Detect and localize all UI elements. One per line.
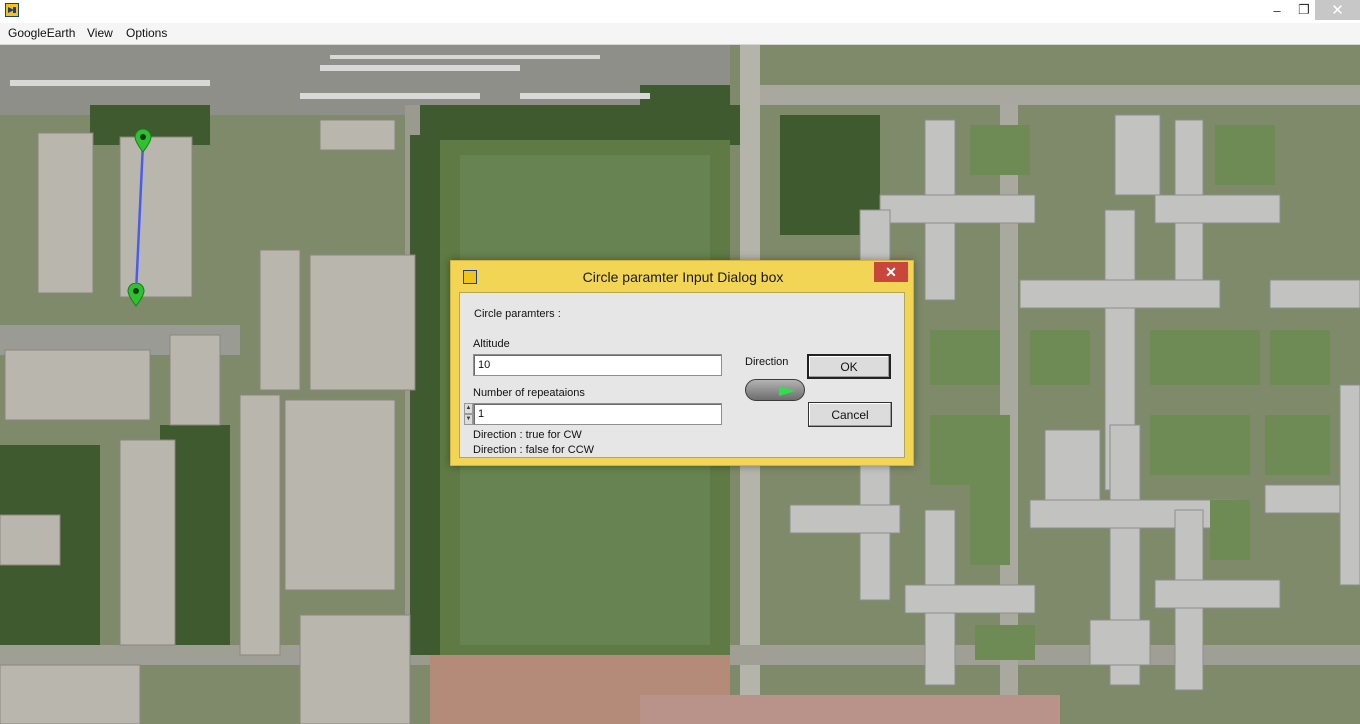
close-window-button[interactable]: ✕ — [1315, 0, 1360, 20]
spinner-down-icon[interactable]: ▼ — [464, 414, 473, 425]
hint-cw: Direction : true for CW — [473, 429, 582, 441]
dialog-title: Circle paramter Input Dialog box — [582, 269, 784, 285]
menu-options[interactable]: Options — [126, 26, 167, 40]
repeat-label: Number of repeataions — [473, 387, 585, 399]
labview-app-icon — [5, 3, 19, 17]
spinner-up-icon[interactable]: ▲ — [464, 403, 473, 414]
window-title-bar: – ❐ ✕ — [0, 0, 1360, 23]
waypoint-start-marker-icon[interactable] — [134, 129, 152, 153]
repeat-spinner[interactable]: ▲ ▼ — [464, 403, 473, 425]
cancel-button[interactable]: Cancel — [808, 402, 892, 427]
direction-toggle[interactable] — [745, 379, 805, 401]
minimize-button[interactable]: – — [1262, 0, 1292, 20]
dialog-close-button[interactable]: ✕ — [874, 262, 908, 282]
toggle-led-icon — [779, 386, 795, 396]
menu-googleearth[interactable]: GoogleEarth — [8, 26, 75, 40]
hint-ccw: Direction : false for CCW — [473, 444, 595, 456]
altitude-value: 10 — [478, 359, 491, 371]
circle-parameter-dialog: Circle paramter Input Dialog box ✕ Circl… — [450, 260, 914, 466]
repeat-input[interactable]: 1 — [473, 403, 722, 425]
section-label: Circle paramters : — [474, 308, 561, 320]
repeat-value: 1 — [478, 408, 485, 420]
ok-button[interactable]: OK — [807, 354, 891, 379]
altitude-label: Altitude — [473, 338, 510, 350]
menu-bar: GoogleEarth View Options — [0, 23, 1360, 45]
altitude-input[interactable]: 10 — [473, 354, 722, 376]
direction-label: Direction — [745, 356, 789, 368]
dialog-panel: Circle paramters : Altitude 10 Number of… — [459, 292, 905, 458]
waypoint-end-marker-icon[interactable] — [127, 283, 145, 307]
menu-view[interactable]: View — [87, 26, 113, 40]
